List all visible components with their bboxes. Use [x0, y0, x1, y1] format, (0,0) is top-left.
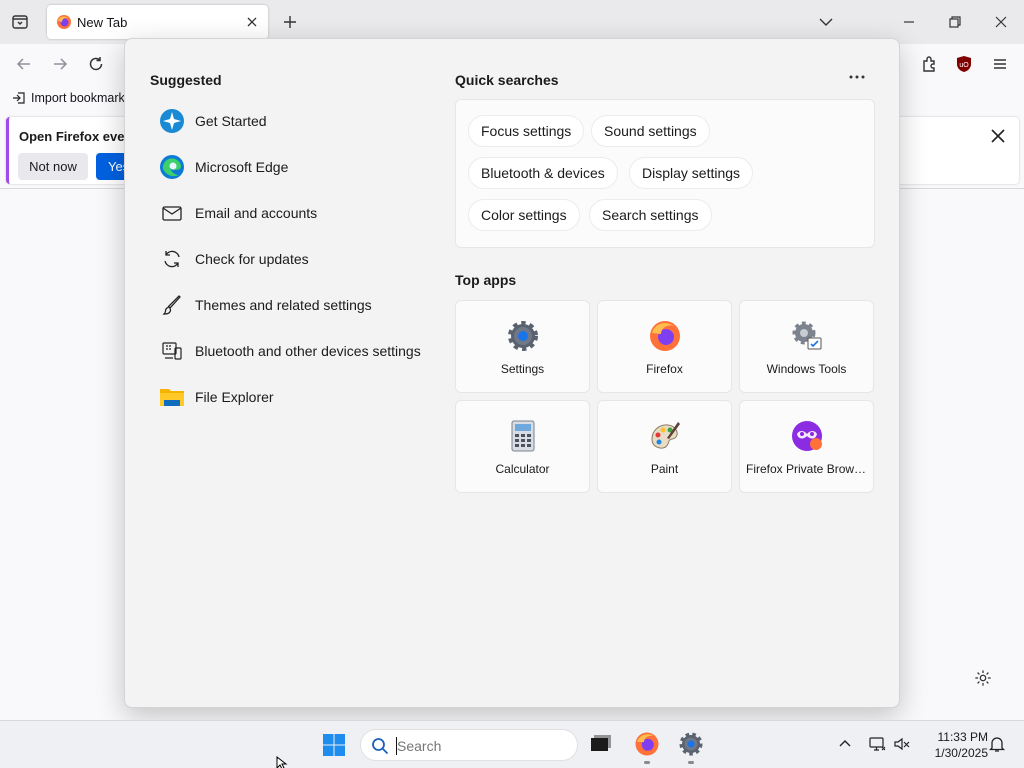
edge-icon: [159, 154, 185, 180]
search-placeholder: Search: [397, 738, 442, 754]
suggested-item[interactable]: Microsoft Edge: [159, 149, 439, 185]
not-now-button[interactable]: Not now: [18, 153, 88, 180]
top-app-tile[interactable]: Paint: [597, 400, 732, 493]
suggested-label: Bluetooth and other devices settings: [195, 343, 421, 359]
extensions-icon[interactable]: [919, 54, 939, 74]
quick-search-chip[interactable]: Focus settings: [468, 115, 585, 147]
ublock-icon[interactable]: uO: [954, 54, 974, 74]
notification-bell-icon[interactable]: [988, 735, 1006, 753]
firefox-icon: [56, 14, 72, 30]
suggested-label: Check for updates: [195, 251, 309, 267]
network-icon[interactable]: [868, 735, 886, 753]
back-icon[interactable]: [14, 54, 34, 74]
quick-searches-title: Quick searches: [455, 72, 559, 88]
task-view-icon[interactable]: [588, 731, 614, 757]
more-options-icon[interactable]: [845, 69, 869, 85]
close-tab-icon[interactable]: [244, 14, 260, 30]
windows-start-icon[interactable]: [322, 733, 346, 757]
devices-icon: [159, 338, 185, 364]
chevron-down-icon[interactable]: [816, 12, 836, 32]
restore-icon[interactable]: [943, 10, 967, 34]
suggested-label: Microsoft Edge: [195, 159, 289, 175]
settings-icon: [506, 319, 540, 353]
top-app-tile[interactable]: Firefox Private Browsing: [739, 400, 874, 493]
quick-search-chip[interactable]: Color settings: [468, 199, 580, 231]
suggested-label: Themes and related settings: [195, 297, 372, 313]
firefox-private-icon: [790, 419, 824, 453]
top-app-label: Settings: [500, 362, 545, 376]
mail-icon: [159, 200, 185, 226]
top-app-tile[interactable]: Windows Tools: [739, 300, 874, 393]
volume-muted-icon[interactable]: [893, 735, 911, 753]
suggested-item[interactable]: Bluetooth and other devices settings: [159, 333, 439, 369]
get-started-icon: [159, 108, 185, 134]
suggested-item[interactable]: Check for updates: [159, 241, 439, 277]
new-tab-icon[interactable]: [280, 12, 300, 32]
close-window-icon[interactable]: [989, 10, 1013, 34]
mouse-cursor-icon: [276, 755, 288, 768]
import-icon: [13, 92, 25, 104]
quick-search-chip[interactable]: Bluetooth & devices: [468, 157, 618, 189]
reload-icon[interactable]: [86, 54, 106, 74]
notification-message: Open Firefox every: [19, 129, 137, 144]
top-app-tile[interactable]: Calculator: [455, 400, 590, 493]
start-search-panel: Suggested Get Started Microsoft Edge Ema…: [124, 38, 900, 708]
clock-time: 11:33 PM: [937, 730, 988, 744]
page-settings-icon[interactable]: [974, 669, 992, 687]
top-app-label: Firefox: [646, 362, 683, 376]
forward-icon[interactable]: [50, 54, 70, 74]
close-notification-icon[interactable]: [989, 127, 1007, 145]
firefox-icon: [648, 319, 682, 353]
firefox-taskbar-icon[interactable]: [634, 731, 660, 757]
tab-title: New Tab: [77, 15, 128, 30]
taskbar-search-input[interactable]: Search: [360, 729, 578, 761]
quick-search-chip[interactable]: Display settings: [629, 157, 754, 189]
import-bookmarks-button[interactable]: Import bookmarks...: [12, 91, 141, 105]
top-app-label: Calculator: [495, 462, 550, 476]
folder-icon: [159, 384, 185, 410]
taskbar: Search 11:33 PM 1/30/2025: [0, 720, 1024, 768]
brush-icon: [159, 292, 185, 318]
settings-taskbar-icon[interactable]: [678, 731, 704, 757]
top-app-label: Paint: [650, 462, 679, 476]
tab-new-tab[interactable]: New Tab: [47, 5, 268, 39]
suggested-label: File Explorer: [195, 389, 274, 405]
tab-list-icon[interactable]: [8, 10, 32, 34]
refresh-icon: [159, 246, 185, 272]
suggested-item[interactable]: File Explorer: [159, 379, 439, 415]
menu-icon[interactable]: [990, 54, 1010, 74]
top-app-label: Windows Tools: [766, 362, 847, 376]
system-clock[interactable]: 11:33 PM 1/30/2025: [918, 729, 988, 761]
calculator-icon: [506, 419, 540, 453]
top-app-tile[interactable]: Firefox: [597, 300, 732, 393]
suggested-title: Suggested: [150, 72, 222, 88]
chevron-up-icon[interactable]: [836, 735, 854, 753]
suggested-item[interactable]: Get Started: [159, 103, 439, 139]
suggested-item[interactable]: Themes and related settings: [159, 287, 439, 323]
windows-tools-icon: [790, 319, 824, 353]
clock-date: 1/30/2025: [934, 746, 988, 760]
paint-icon: [648, 419, 682, 453]
top-app-label: Firefox Private Browsing: [746, 462, 873, 476]
search-icon: [371, 737, 389, 755]
running-indicator: [688, 761, 694, 764]
top-app-tile[interactable]: Settings: [455, 300, 590, 393]
quick-search-chip[interactable]: Sound settings: [591, 115, 710, 147]
suggested-item[interactable]: Email and accounts: [159, 195, 439, 231]
suggested-label: Email and accounts: [195, 205, 318, 221]
minimize-icon[interactable]: [897, 10, 921, 34]
svg-text:uO: uO: [959, 62, 969, 69]
suggested-label: Get Started: [195, 113, 267, 129]
quick-searches-box: Focus settings Sound settings Bluetooth …: [455, 99, 875, 248]
quick-search-chip[interactable]: Search settings: [589, 199, 712, 231]
running-indicator: [644, 761, 650, 764]
top-apps-title: Top apps: [455, 272, 517, 288]
